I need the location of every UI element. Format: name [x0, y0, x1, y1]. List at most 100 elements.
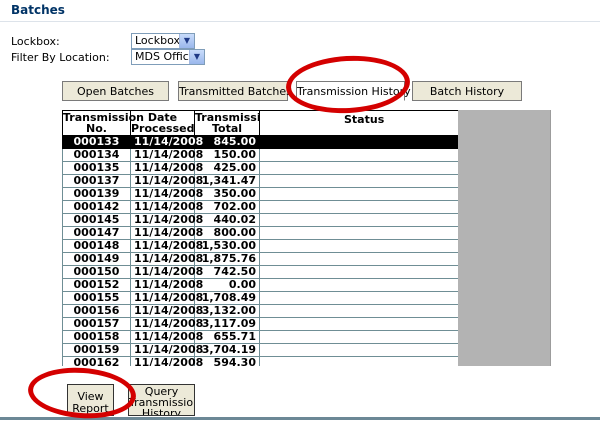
transmission-total-cell: 150.00 [194, 148, 260, 162]
transmission-no-cell: 000156 [62, 304, 131, 318]
table-row[interactable]: 000134 11/14/2008 150.00 [62, 148, 458, 162]
date-processed-cell: 11/14/2008 [130, 330, 203, 344]
date-processed-cell: 11/14/2008 [130, 135, 203, 149]
table-row[interactable]: 000139 11/14/2008 350.00 [62, 187, 458, 201]
transmission-total-cell: 1,875.76 [194, 252, 260, 266]
transmission-grid: Transmission No. Date Processed Transmis… [62, 110, 458, 366]
date-processed-cell: 11/14/2008 [130, 213, 203, 227]
table-row[interactable]: 000158 11/14/2008 655.71 [62, 330, 458, 344]
transmission-total-cell: 702.00 [194, 200, 260, 214]
annotation-circle-view-report [26, 364, 138, 422]
transmission-no-cell: 000134 [62, 148, 131, 162]
table-row[interactable]: 000135 11/14/2008 425.00 [62, 161, 458, 175]
status-cell [259, 148, 458, 162]
status-cell [259, 291, 458, 305]
status-cell [259, 252, 458, 266]
tab-transmitted-batches[interactable]: Transmitted Batches [178, 81, 292, 101]
transmission-no-cell: 000157 [62, 317, 131, 331]
date-processed-cell: 11/14/2008 [130, 174, 203, 188]
transmission-total-cell: 655.71 [194, 330, 260, 344]
table-row[interactable]: 000145 11/14/2008 440.02 [62, 213, 458, 227]
grid-header-row: Transmission No. Date Processed Transmis… [62, 110, 458, 136]
status-cell [259, 330, 458, 344]
title-divider [0, 21, 600, 22]
chevron-down-icon[interactable]: ▼ [189, 50, 204, 64]
status-cell [259, 317, 458, 331]
table-row[interactable]: 000149 11/14/2008 1,875.76 [62, 252, 458, 266]
status-cell [259, 343, 458, 357]
table-row[interactable]: 000156 11/14/2008 3,132.00 [62, 304, 458, 318]
status-cell [259, 356, 458, 366]
transmission-no-cell: 000133 [62, 135, 131, 149]
transmission-no-cell: 000142 [62, 200, 131, 214]
transmission-no-cell: 000155 [62, 291, 131, 305]
transmission-total-cell: 800.00 [194, 226, 260, 240]
location-label: Filter By Location: [11, 51, 110, 64]
column-header-transmission-total[interactable]: Transmission Total [194, 110, 276, 136]
status-cell [259, 239, 458, 253]
transmission-no-cell: 000150 [62, 265, 131, 279]
status-cell [259, 174, 458, 188]
date-processed-cell: 11/14/2008 [130, 148, 203, 162]
date-processed-cell: 11/14/2008 [130, 161, 203, 175]
transmission-no-cell: 000148 [62, 239, 131, 253]
status-cell [259, 226, 458, 240]
table-row[interactable]: 000155 11/14/2008 1,708.49 [62, 291, 458, 305]
table-row[interactable]: 000142 11/14/2008 702.00 [62, 200, 458, 214]
status-cell [259, 135, 458, 149]
status-cell [259, 304, 458, 318]
transmission-total-cell: 845.00 [194, 135, 260, 149]
transmission-no-cell: 000158 [62, 330, 131, 344]
transmission-total-cell: 1,530.00 [194, 239, 260, 253]
date-processed-cell: 11/14/2008 [130, 317, 203, 331]
column-header-status[interactable]: Status [259, 110, 458, 136]
transmission-no-cell: 000159 [62, 343, 131, 357]
tab-open-batches[interactable]: Open Batches [62, 81, 169, 101]
lockbox-select[interactable]: Lockbox1 ▼ [131, 33, 195, 49]
location-select-value: MDS Office [135, 50, 196, 63]
transmission-total-cell: 440.02 [194, 213, 260, 227]
date-processed-cell: 11/14/2008 [130, 343, 203, 357]
table-row[interactable]: 000159 11/14/2008 3,704.19 [62, 343, 458, 357]
transmission-total-cell: 742.50 [194, 265, 260, 279]
status-cell [259, 213, 458, 227]
transmission-total-cell: 3,132.00 [194, 304, 260, 318]
location-select[interactable]: MDS Office ▼ [131, 49, 205, 65]
column-header-transmission-no[interactable]: Transmission No. [62, 110, 144, 136]
query-transmission-history-label: Query Transmission History [129, 385, 195, 416]
annotation-circle-tab [284, 52, 412, 117]
grid-right-edge [550, 110, 551, 366]
date-processed-cell: 11/14/2008 [130, 304, 203, 318]
transmission-total-cell: 425.00 [194, 161, 260, 175]
table-row[interactable]: 000147 11/14/2008 800.00 [62, 226, 458, 240]
query-transmission-history-button[interactable]: Query Transmission History [128, 384, 195, 416]
table-row[interactable]: 000152 11/14/2008 0.00 [62, 278, 458, 292]
status-cell [259, 200, 458, 214]
transmission-no-cell: 000152 [62, 278, 131, 292]
transmission-total-cell: 3,704.19 [194, 343, 260, 357]
tab-batch-history[interactable]: Batch History [412, 81, 522, 101]
transmission-no-cell: 000139 [62, 187, 131, 201]
table-row[interactable]: 000150 11/14/2008 742.50 [62, 265, 458, 279]
transmission-total-cell: 3,117.09 [194, 317, 260, 331]
date-processed-cell: 11/14/2008 [130, 187, 203, 201]
transmission-no-cell: 000147 [62, 226, 131, 240]
table-row[interactable]: 000162 11/14/2008 594.30 [62, 356, 458, 366]
transmission-total-cell: 594.30 [194, 356, 260, 366]
transmission-no-cell: 000135 [62, 161, 131, 175]
status-cell [259, 161, 458, 175]
table-row[interactable]: 000157 11/14/2008 3,117.09 [62, 317, 458, 331]
transmission-total-cell: 1,708.49 [194, 291, 260, 305]
status-cell [259, 265, 458, 279]
page-title: Batches [11, 3, 65, 17]
date-processed-cell: 11/14/2008 [130, 291, 203, 305]
table-row[interactable]: 000133 11/14/2008 845.00 [62, 135, 458, 149]
date-processed-cell: 11/14/2008 [130, 252, 203, 266]
transmission-no-cell: 000149 [62, 252, 131, 266]
table-row[interactable]: 000148 11/14/2008 1,530.00 [62, 239, 458, 253]
date-processed-cell: 11/14/2008 [130, 239, 203, 253]
transmission-no-cell: 000137 [62, 174, 131, 188]
chevron-down-icon[interactable]: ▼ [179, 34, 194, 48]
table-row[interactable]: 000137 11/14/2008 1,341.47 [62, 174, 458, 188]
transmission-no-cell: 000145 [62, 213, 131, 227]
